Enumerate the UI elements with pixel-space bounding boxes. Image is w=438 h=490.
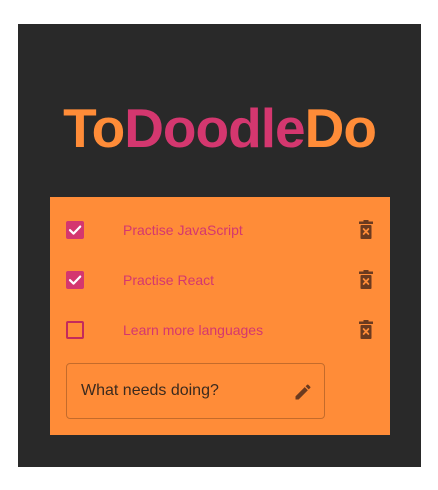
todo-item: Practise JavaScript bbox=[50, 205, 390, 255]
todo-checkbox[interactable] bbox=[66, 271, 84, 289]
todo-card: Practise JavaScript Practise React Learn… bbox=[50, 197, 390, 435]
app-title-doodle: Doodle bbox=[124, 97, 305, 159]
trash-icon bbox=[359, 270, 373, 289]
new-todo-field bbox=[66, 363, 325, 419]
app-container: ToDoodleDo Practise JavaScript Practise … bbox=[18, 24, 421, 467]
app-title-do: Do bbox=[304, 97, 377, 159]
delete-todo-button[interactable] bbox=[356, 269, 376, 291]
todo-label: Learn more languages bbox=[123, 322, 264, 338]
todo-item: Practise React bbox=[50, 255, 390, 305]
delete-todo-button[interactable] bbox=[356, 219, 376, 241]
trash-icon bbox=[359, 220, 373, 239]
trash-icon bbox=[359, 320, 373, 339]
todo-checkbox[interactable] bbox=[66, 321, 84, 339]
todo-checkbox[interactable] bbox=[66, 221, 84, 239]
app-title: ToDoodleDo bbox=[18, 96, 421, 160]
new-todo-input[interactable] bbox=[81, 364, 281, 418]
pencil-icon bbox=[295, 384, 311, 400]
todo-label: Practise JavaScript bbox=[123, 222, 243, 238]
check-icon bbox=[68, 275, 82, 285]
check-icon bbox=[68, 225, 82, 235]
todo-item: Learn more languages bbox=[50, 305, 390, 355]
todo-label: Practise React bbox=[123, 272, 215, 288]
app-title-to: To bbox=[63, 97, 125, 159]
add-todo-button[interactable] bbox=[293, 382, 313, 402]
delete-todo-button[interactable] bbox=[356, 319, 376, 341]
